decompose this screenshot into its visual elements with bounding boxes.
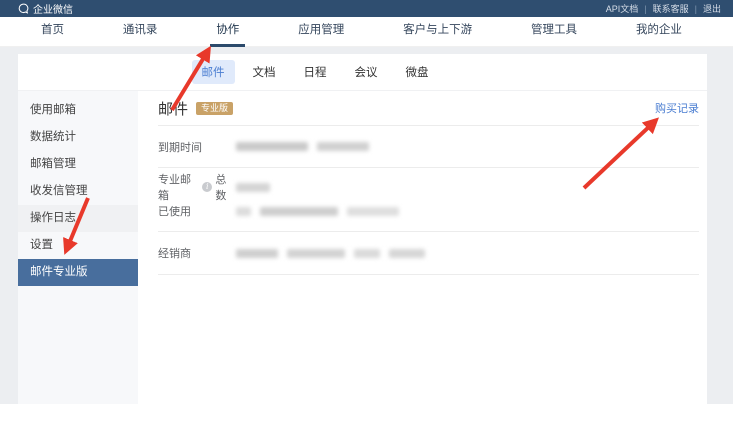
mail-sidebar: 使用邮箱 数据统计 邮箱管理 收发信管理 操作日志 设置 邮件专业版 — [18, 91, 138, 404]
purchase-history-link[interactable]: 购买记录 — [655, 100, 699, 116]
secondary-tabs: 邮件 文档 日程 会议 微盘 — [18, 54, 707, 91]
redacted-value — [317, 142, 369, 151]
nav-item-customers[interactable]: 客户与上下游 — [397, 17, 478, 47]
brand-name: 企业微信 — [33, 1, 73, 16]
page-title: 邮件 — [158, 98, 188, 119]
brand: 企业微信 — [18, 1, 73, 16]
expiry-label: 到期时间 — [158, 139, 236, 155]
dealer-row: 经销商 — [158, 232, 699, 274]
top-bar: 企业微信 API文档 | 联系客服 | 退出 — [0, 0, 733, 17]
nav-item-contacts[interactable]: 通讯录 — [117, 17, 164, 47]
divider — [158, 274, 699, 275]
separator: | — [644, 4, 646, 14]
redacted-value — [236, 207, 251, 216]
used-row: 已使用 — [158, 199, 699, 223]
total-label: 总数 — [215, 171, 236, 203]
redacted-value — [260, 207, 338, 216]
nav-item-home[interactable]: 首页 — [35, 17, 70, 47]
sidebar-item-operation-log[interactable]: 操作日志 — [18, 205, 138, 232]
main-header: 邮件 专业版 购买记录 — [158, 91, 699, 125]
expiry-row: 到期时间 — [158, 126, 699, 167]
nav-item-my-company[interactable]: 我的企业 — [630, 17, 688, 47]
wecom-admin-page: 企业微信 API文档 | 联系客服 | 退出 首页 通讯录 协作 应用管理 客户… — [0, 0, 733, 422]
tab-schedule[interactable]: 日程 — [294, 60, 337, 84]
nav-item-admin-tools[interactable]: 管理工具 — [525, 17, 583, 47]
redacted-value — [347, 207, 399, 216]
info-icon[interactable]: i — [202, 182, 212, 192]
top-links: API文档 | 联系客服 | 退出 — [606, 2, 721, 15]
used-label: 已使用 — [158, 203, 236, 219]
pro-mailbox-total-label: 专业邮箱 i 总数 — [158, 171, 236, 203]
pro-mailbox-label: 专业邮箱 — [158, 171, 199, 203]
sidebar-item-send-receive[interactable]: 收发信管理 — [18, 178, 138, 205]
sidebar-item-use-mailbox[interactable]: 使用邮箱 — [18, 97, 138, 124]
sidebar-item-mailbox-management[interactable]: 邮箱管理 — [18, 151, 138, 178]
nav-item-collaboration[interactable]: 协作 — [210, 17, 245, 47]
separator: | — [695, 4, 697, 14]
contact-support-link[interactable]: 联系客服 — [653, 2, 689, 15]
content-card: 邮件 文档 日程 会议 微盘 使用邮箱 数据统计 邮箱管理 收发信管理 操作日志… — [18, 54, 707, 404]
sidebar-item-data-stats[interactable]: 数据统计 — [18, 124, 138, 151]
nav-item-app-management[interactable]: 应用管理 — [292, 17, 350, 47]
logout-link[interactable]: 退出 — [703, 2, 721, 15]
page-background: 邮件 文档 日程 会议 微盘 使用邮箱 数据统计 邮箱管理 收发信管理 操作日志… — [0, 47, 733, 404]
sidebar-item-mail-pro[interactable]: 邮件专业版 — [18, 259, 138, 286]
tab-mail[interactable]: 邮件 — [192, 60, 235, 84]
total-row: 专业邮箱 i 总数 — [158, 175, 699, 199]
api-doc-link[interactable]: API文档 — [606, 2, 639, 15]
tab-docs[interactable]: 文档 — [243, 60, 286, 84]
primary-nav: 首页 通讯录 协作 应用管理 客户与上下游 管理工具 我的企业 — [0, 17, 733, 47]
redacted-value — [287, 249, 345, 258]
main-panel: 邮件 专业版 购买记录 到期时间 专业邮箱 — [138, 91, 707, 404]
redacted-value — [236, 183, 270, 192]
sidebar-item-settings[interactable]: 设置 — [18, 232, 138, 259]
tab-drive[interactable]: 微盘 — [396, 60, 439, 84]
dealer-label: 经销商 — [158, 245, 236, 261]
redacted-value — [389, 249, 425, 258]
wecom-logo-icon — [18, 3, 29, 14]
card-body: 使用邮箱 数据统计 邮箱管理 收发信管理 操作日志 设置 邮件专业版 邮件 专业… — [18, 91, 707, 404]
redacted-value — [236, 249, 278, 258]
redacted-value — [236, 142, 308, 151]
pro-version-badge: 专业版 — [196, 102, 233, 115]
mailbox-usage-group: 专业邮箱 i 总数 已使用 — [158, 168, 699, 231]
tab-meeting[interactable]: 会议 — [345, 60, 388, 84]
redacted-value — [354, 249, 380, 258]
